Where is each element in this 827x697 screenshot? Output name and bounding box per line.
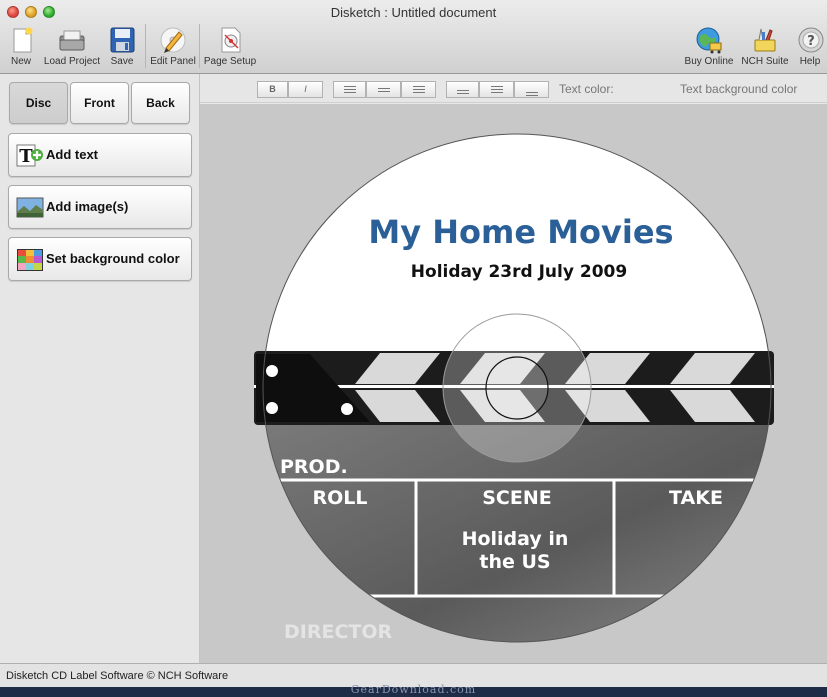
suite-tools-icon (751, 26, 779, 54)
globe-cart-icon (695, 26, 723, 54)
title-toolbar: Disketch : Untitled document New Load Pr… (0, 0, 827, 74)
color-palette-icon (16, 248, 43, 271)
prod-label[interactable]: PROD. (280, 456, 348, 478)
valign-bottom-button[interactable] (514, 81, 549, 98)
svg-text:?: ? (807, 34, 815, 49)
valign-middle-button[interactable] (479, 81, 514, 98)
add-text-button[interactable]: T Add text (8, 133, 192, 177)
text-format-bar: B I Text color: Text background color (200, 74, 827, 103)
scene-value-line2[interactable]: the US (479, 551, 550, 573)
folder-icon (58, 26, 86, 54)
align-left-icon (343, 86, 356, 93)
scene-value-line1[interactable]: Holiday in (462, 528, 569, 550)
window-title: Disketch : Untitled document (330, 5, 497, 20)
toolbar-nch-suite-button[interactable]: NCH Suite (740, 26, 790, 67)
valign-top-icon (456, 90, 469, 94)
set-background-color-button[interactable]: Set background color (8, 237, 192, 281)
toolbar-new-button[interactable]: New (8, 26, 34, 67)
valign-top-button[interactable] (446, 81, 479, 98)
director-label[interactable]: DIRECTOR (284, 621, 393, 643)
tab-back[interactable]: Back (131, 82, 190, 124)
italic-button[interactable]: I (288, 81, 323, 98)
add-images-button[interactable]: Add image(s) (8, 185, 192, 229)
disc-subtitle[interactable]: Holiday 23rd July 2009 (411, 262, 627, 282)
text-background-color-label[interactable]: Text background color (680, 82, 797, 96)
tab-front[interactable]: Front (70, 82, 129, 124)
align-center-button[interactable] (366, 81, 401, 98)
bold-button[interactable]: B (257, 81, 288, 98)
disc-canvas[interactable]: My Home Movies Holiday 23rd July 2009 PR… (200, 104, 827, 663)
scene-label[interactable]: SCENE (482, 487, 552, 509)
disc-hole (485, 356, 549, 420)
align-right-icon (412, 86, 425, 93)
toolbar-save-button[interactable]: Save (108, 26, 136, 67)
help-icon: ? (797, 26, 825, 54)
align-center-icon (377, 88, 390, 92)
edit-pencil-icon (159, 26, 187, 54)
toolbar-help-button[interactable]: ? Help (797, 26, 825, 67)
disc-title[interactable]: My Home Movies (368, 213, 673, 251)
disc-label-preview[interactable]: My Home Movies Holiday 23rd July 2009 PR… (200, 104, 827, 663)
toolbar-buy-online-button[interactable]: Buy Online (683, 26, 735, 67)
new-document-icon (8, 26, 36, 54)
left-panel: Disc Front Back T Add text Add image(s) … (0, 74, 200, 663)
valign-middle-icon (490, 86, 503, 93)
landscape-image-icon (16, 196, 44, 218)
status-text: Disketch CD Label Software © NCH Softwar… (6, 670, 229, 682)
roll-label[interactable]: ROLL (313, 487, 368, 509)
align-right-button[interactable] (401, 81, 436, 98)
watermark: GearDownload.com (350, 683, 477, 696)
add-text-icon: T (16, 144, 43, 167)
take-label[interactable]: TAKE (669, 487, 723, 509)
app-window: Disketch : Untitled document New Load Pr… (0, 0, 827, 687)
toolbar-load-project-button[interactable]: Load Project (42, 26, 102, 67)
tab-disc[interactable]: Disc (9, 82, 68, 124)
toolbar-edit-panel-button[interactable]: Edit Panel (150, 26, 196, 67)
text-color-label: Text color: (559, 82, 614, 96)
page-setup-icon (216, 26, 244, 54)
toolbar-separator (199, 24, 200, 68)
valign-bottom-icon (525, 92, 538, 96)
toolbar-page-setup-button[interactable]: Page Setup (203, 26, 257, 67)
align-left-button[interactable] (333, 81, 366, 98)
toolbar-separator (145, 24, 146, 68)
floppy-disk-icon (108, 26, 136, 54)
